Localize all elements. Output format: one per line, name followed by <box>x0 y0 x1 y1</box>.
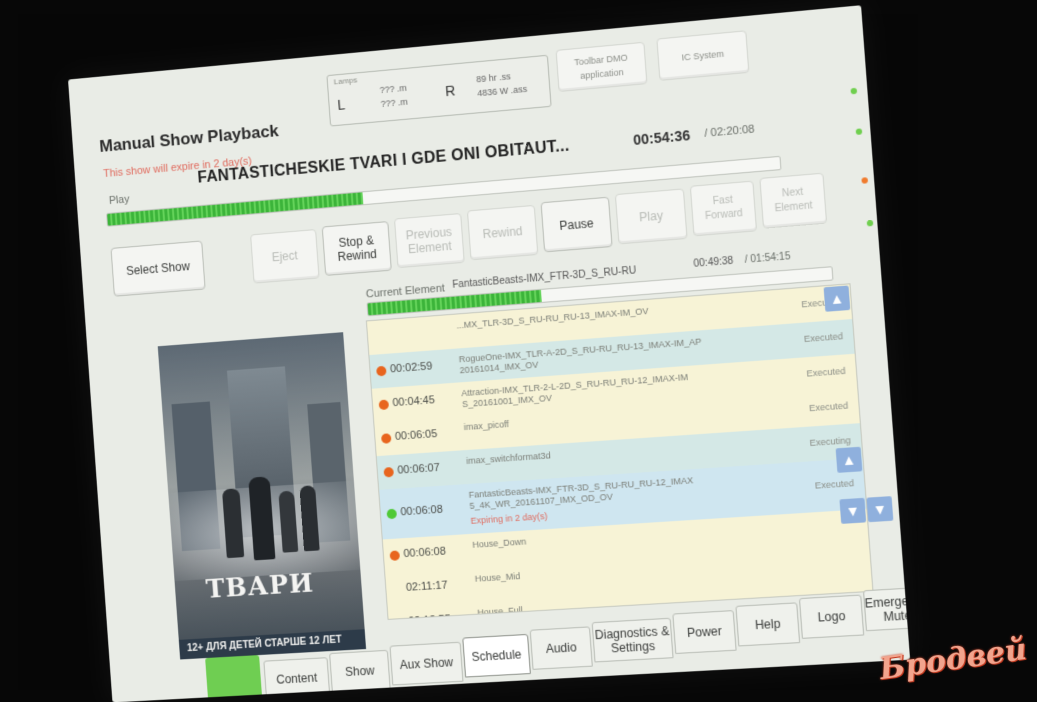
status-led <box>855 128 863 136</box>
row-time: 00:06:07 <box>397 461 441 477</box>
row-time: 00:06:08 <box>400 503 444 519</box>
status-dot-orange <box>376 365 387 377</box>
status-dot-orange <box>389 550 401 561</box>
tab-emergency-mute[interactable]: Emergency Mute <box>862 586 911 632</box>
show-elapsed: 00:54:36 <box>632 126 691 149</box>
fast-forward-button[interactable]: Fast Forward <box>689 180 758 237</box>
tab-power[interactable]: Power <box>672 610 737 655</box>
current-element-time: 00:49:38 <box>693 255 734 270</box>
lamp-left-letter: L <box>336 96 346 113</box>
play-state: Play <box>108 193 130 207</box>
row-status: Executed <box>814 477 855 491</box>
lamp-right-value-2: 4836 W .ass <box>476 83 528 99</box>
row-time: 00:04:45 <box>392 394 436 410</box>
previous-element-button[interactable]: Previous Element <box>393 212 465 269</box>
lamp-left-value-1: ??? .m <box>379 82 408 96</box>
show-progress-fill <box>107 192 364 226</box>
lamp-left-value-2: ??? .m <box>380 96 409 110</box>
row-time: 02:13:55 <box>408 613 451 620</box>
monitor-screen: Manual Show Playback This show will expi… <box>18 5 918 702</box>
row-status: Executed <box>806 365 846 379</box>
system-button[interactable]: IC System <box>656 30 750 81</box>
status-led <box>850 87 858 95</box>
row-time: 02:11:17 <box>405 579 448 594</box>
tab-aux-show[interactable]: Aux Show <box>389 641 464 686</box>
tab-content[interactable]: Content <box>263 657 331 701</box>
status-dot-green <box>386 508 398 520</box>
tab-schedule[interactable]: Schedule <box>462 633 531 678</box>
scroll-up-icon[interactable]: ▲ <box>823 285 851 312</box>
lamp-right-value-1: 89 hr .ss <box>475 71 512 85</box>
tab-diagnostics-settings[interactable]: Diagnostics & Settings <box>591 617 674 663</box>
poster-title: ТВАРИ <box>204 568 315 605</box>
page-down-icon[interactable]: ▼ <box>839 497 867 524</box>
dmo-application-button[interactable]: Toolbar DMO application <box>555 41 648 93</box>
tab-logo[interactable]: Logo <box>798 594 865 639</box>
tab-help[interactable]: Help <box>735 602 801 647</box>
play-button[interactable]: Play <box>614 188 688 245</box>
stop-rewind-button[interactable]: Stop & Rewind <box>321 221 392 276</box>
pause-button[interactable]: Pause <box>540 196 613 253</box>
lamps-label: Lamps <box>333 75 358 87</box>
page-title: Manual Show Playback <box>98 121 280 156</box>
row-time: 00:02:59 <box>389 360 433 376</box>
status-dot-orange <box>383 466 394 478</box>
row-time: 00:06:05 <box>394 428 438 443</box>
row-time: 00:06:08 <box>403 545 447 561</box>
tab-home-active[interactable] <box>205 655 262 698</box>
scroll-down-icon[interactable]: ▼ <box>866 496 894 523</box>
show-poster: ТВАРИ 12+ ДЛЯ ДЕТЕЙ СТАРШЕ 12 ЛЕТ <box>157 332 367 660</box>
status-dot-orange <box>381 433 392 444</box>
status-dot-orange <box>378 399 390 411</box>
tab-show[interactable]: Show <box>329 649 391 693</box>
current-element-total: / 01:54:15 <box>744 251 791 266</box>
lamp-status-panel: Lamps L ??? .m ??? .m R 89 hr .ss 4836 W… <box>326 54 552 127</box>
eject-button[interactable]: Eject <box>250 229 320 284</box>
status-led <box>861 177 869 184</box>
page-up-icon[interactable]: ▲ <box>835 446 863 473</box>
select-show-button[interactable]: Select Show <box>110 240 206 297</box>
playlist[interactable]: ...MX_TLR-3D_S_RU-RU_RU-13_IMAX-IM_OV Exe… <box>365 283 874 620</box>
status-led <box>866 219 874 227</box>
row-status: Executed <box>808 400 849 414</box>
rewind-button[interactable]: Rewind <box>466 204 539 261</box>
playback-app: Manual Show Playback This show will expi… <box>68 5 911 702</box>
lamp-right-letter: R <box>444 82 456 100</box>
next-element-button[interactable]: Next Element <box>759 172 828 229</box>
row-status: Executed <box>803 331 844 345</box>
tab-audio[interactable]: Audio <box>529 626 593 670</box>
show-total: / 02:20:08 <box>703 123 756 140</box>
row-status: Executing <box>809 435 852 449</box>
